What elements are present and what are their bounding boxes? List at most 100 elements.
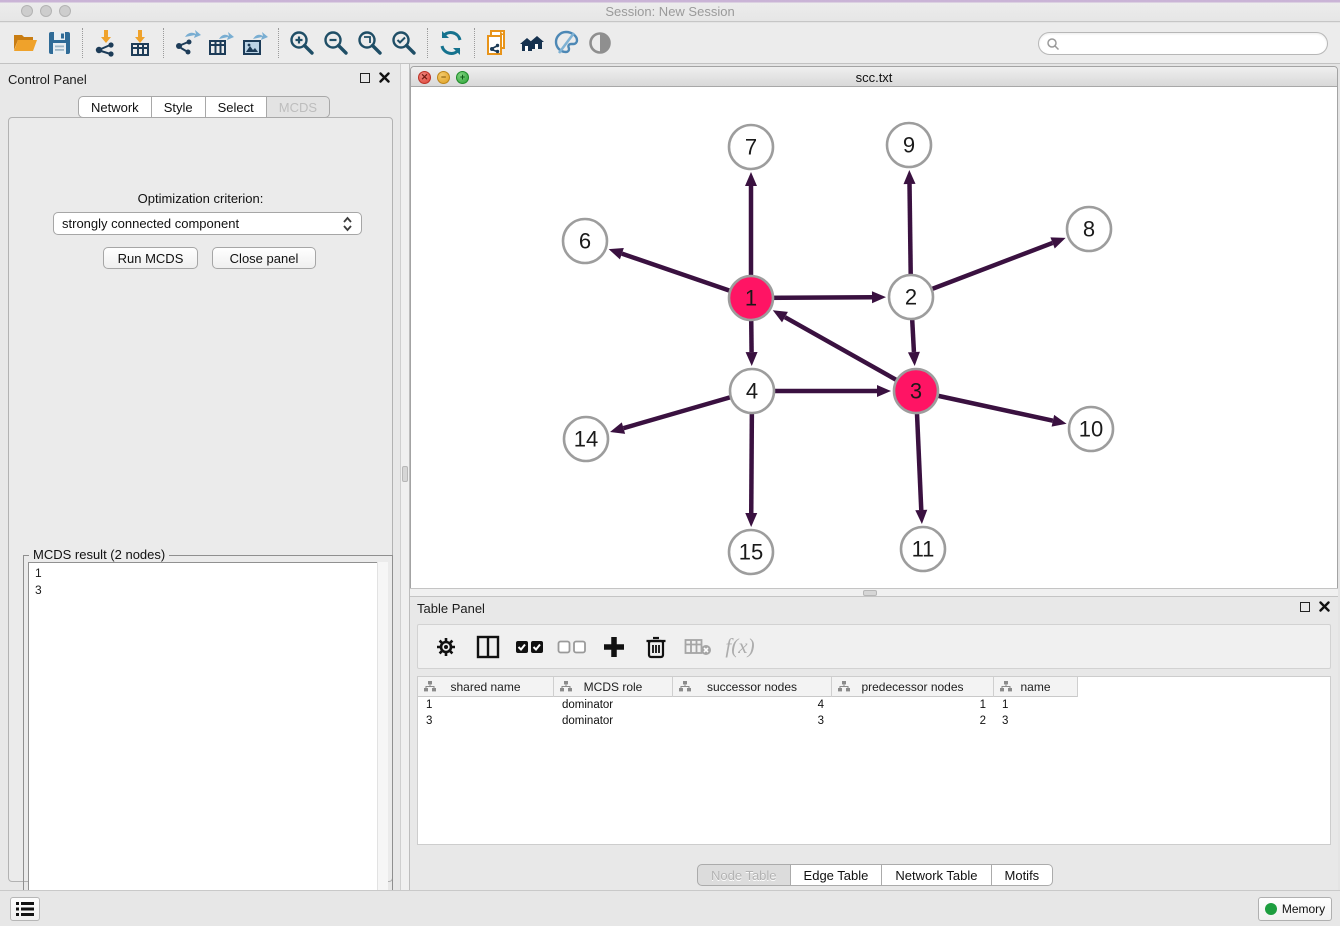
search-input[interactable]: [1060, 35, 1327, 53]
table-cell[interactable]: 1: [418, 698, 554, 714]
table-row[interactable]: 1dominator411: [418, 698, 1078, 714]
memory-status-icon: [1265, 903, 1277, 915]
window-titlebar: Session: New Session: [0, 0, 1340, 22]
memory-label: Memory: [1282, 902, 1325, 916]
tab-motifs[interactable]: Motifs: [992, 864, 1054, 886]
table-panel-close-icon[interactable]: [1319, 601, 1330, 612]
table-cell[interactable]: 3: [994, 714, 1078, 730]
open-session-icon[interactable]: [8, 27, 42, 59]
import-network-icon[interactable]: [89, 27, 123, 59]
table-cell[interactable]: dominator: [554, 698, 673, 714]
memory-button[interactable]: Memory: [1258, 897, 1332, 921]
table-toolbar: f(x): [417, 624, 1331, 669]
node-table-header: shared nameMCDS rolesuccessor nodesprede…: [418, 677, 1078, 697]
export-table-icon[interactable]: [204, 27, 238, 59]
table-panel: Table Panel: [410, 597, 1338, 890]
node-table[interactable]: shared nameMCDS rolesuccessor nodesprede…: [417, 676, 1331, 845]
delete-table-icon: [680, 630, 716, 664]
control-panel-float-icon[interactable]: [360, 73, 370, 83]
table-cell[interactable]: 4: [673, 698, 832, 714]
split-panel-icon[interactable]: [470, 630, 506, 664]
export-image-icon[interactable]: [238, 27, 272, 59]
unselect-all-columns-icon[interactable]: [554, 630, 590, 664]
graph-edge-arrow-icon: [745, 172, 757, 186]
table-cell[interactable]: 3: [418, 714, 554, 730]
mcds-result-group: MCDS result (2 nodes) 1 3: [23, 555, 393, 926]
graph-node-label: 4: [746, 379, 758, 404]
task-history-button[interactable]: [10, 897, 40, 921]
vertical-split-divider[interactable]: [400, 64, 410, 890]
graph-edge-arrow-icon: [1052, 415, 1067, 427]
graph-edge-arrow-icon: [872, 291, 886, 303]
graph-node-label: 7: [745, 135, 757, 160]
table-row[interactable]: 3dominator323: [418, 714, 1078, 730]
cytoscape-window: Session: New Session: [0, 0, 1340, 926]
tab-mcds[interactable]: MCDS: [267, 96, 330, 118]
zoom-out-icon[interactable]: [319, 27, 353, 59]
table-cell[interactable]: 3: [673, 714, 832, 730]
network-window-titlebar[interactable]: ✕ − + scc.txt: [411, 67, 1337, 87]
hide-panel-eye-icon[interactable]: [583, 27, 617, 59]
control-panel-close-icon[interactable]: [379, 72, 390, 83]
table-panel-tabs: Node Table Edge Table Network Table Moti…: [697, 864, 1053, 886]
list-icon: [16, 902, 34, 916]
window-title: Session: New Session: [0, 4, 1340, 19]
graph-edge-arrow-icon: [746, 352, 758, 366]
new-network-icon[interactable]: [481, 27, 515, 59]
column-header-predecessor-nodes[interactable]: predecessor nodes: [832, 677, 994, 697]
zoom-selected-icon[interactable]: [387, 27, 421, 59]
graph-edge-arrow-icon: [877, 385, 891, 397]
vertical-split-handle[interactable]: [402, 466, 408, 482]
graph-node-label: 14: [574, 427, 598, 452]
visual-styles-icon[interactable]: [549, 27, 583, 59]
table-panel-float-icon[interactable]: [1300, 602, 1310, 612]
search-box[interactable]: [1038, 32, 1328, 55]
mcds-result-text[interactable]: 1 3: [28, 562, 388, 926]
table-cell[interactable]: 1: [994, 698, 1078, 714]
export-network-icon[interactable]: [170, 27, 204, 59]
tab-style[interactable]: Style: [152, 96, 206, 118]
tab-edge-table[interactable]: Edge Table: [791, 864, 883, 886]
delete-column-trash-icon[interactable]: [638, 630, 674, 664]
zoom-in-icon[interactable]: [285, 27, 319, 59]
search-icon: [1046, 37, 1060, 51]
close-panel-button[interactable]: Close panel: [212, 247, 316, 269]
table-cell[interactable]: dominator: [554, 714, 673, 730]
control-panel-tabs: Network Style Select MCDS: [78, 96, 330, 118]
table-cell[interactable]: 2: [832, 714, 994, 730]
column-type-icon: [560, 681, 572, 692]
table-cell[interactable]: 1: [832, 698, 994, 714]
column-header-name[interactable]: name: [994, 677, 1078, 697]
zoom-fit-icon[interactable]: [353, 27, 387, 59]
graph-node-label: 2: [905, 285, 917, 310]
tab-select[interactable]: Select: [206, 96, 267, 118]
tab-network[interactable]: Network: [78, 96, 152, 118]
network-view-window: ✕ − + scc.txt 7968124314101511: [410, 66, 1338, 588]
add-column-icon[interactable]: [596, 630, 632, 664]
horizontal-split-divider[interactable]: [410, 588, 1338, 597]
import-table-icon[interactable]: [123, 27, 157, 59]
tab-network-table[interactable]: Network Table: [882, 864, 991, 886]
graph-edge-arrow-icon: [1050, 237, 1065, 248]
status-bar: Memory: [0, 890, 1340, 926]
column-header-MCDS-role[interactable]: MCDS role: [554, 677, 673, 697]
apply-layout-icon[interactable]: [434, 27, 468, 59]
tab-node-table[interactable]: Node Table: [697, 864, 791, 886]
optimization-criterion-label: Optimization criterion:: [9, 191, 392, 206]
mcds-result-scrollbar[interactable]: [377, 562, 388, 926]
horizontal-split-handle[interactable]: [863, 590, 877, 596]
table-settings-gear-icon[interactable]: [428, 630, 464, 664]
column-type-icon: [679, 681, 691, 692]
column-header-shared-name[interactable]: shared name: [418, 677, 554, 697]
graph-node-label: 6: [579, 229, 591, 254]
show-all-networks-icon[interactable]: [515, 27, 549, 59]
network-canvas[interactable]: 7968124314101511: [411, 87, 1337, 588]
graph-edge-arrow-icon: [610, 422, 625, 434]
criterion-select[interactable]: strongly connected component: [53, 212, 362, 235]
graph-node-label: 9: [903, 133, 915, 158]
column-header-successor-nodes[interactable]: successor nodes: [673, 677, 832, 697]
run-mcds-button[interactable]: Run MCDS: [103, 247, 198, 269]
control-panel: Control Panel Optimization criterion: st…: [0, 64, 400, 890]
select-all-columns-icon[interactable]: [512, 630, 548, 664]
save-session-icon[interactable]: [42, 27, 76, 59]
